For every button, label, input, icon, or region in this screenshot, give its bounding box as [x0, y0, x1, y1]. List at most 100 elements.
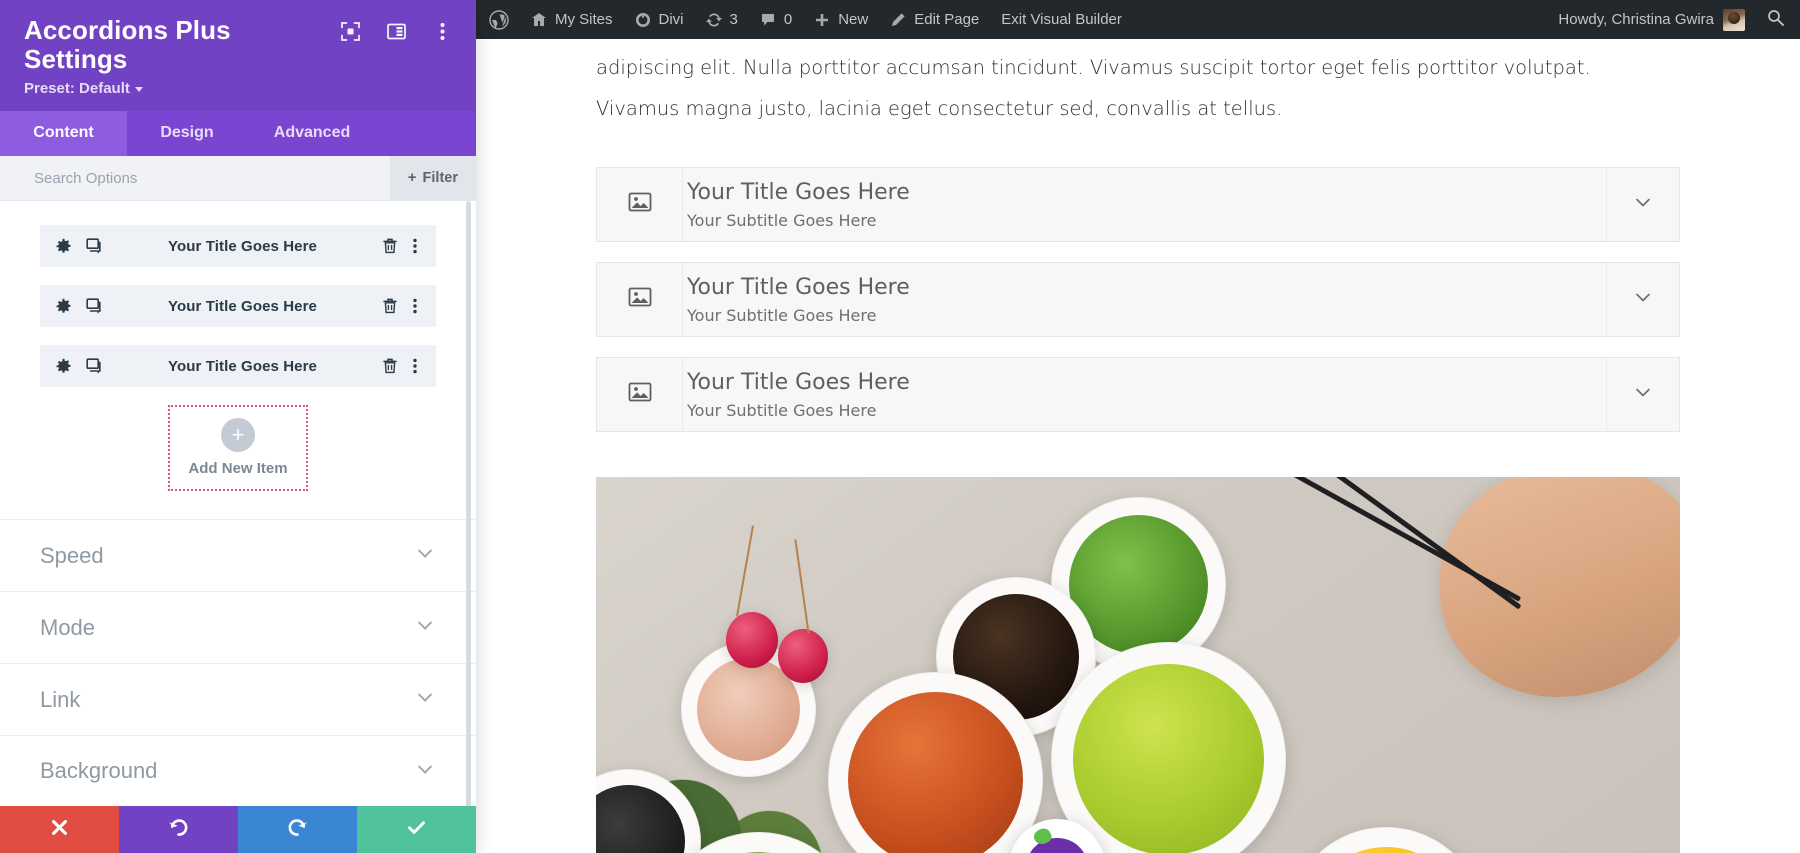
accordion-item[interactable]: Your Title Goes Here Your Subtitle Goes … — [596, 167, 1680, 243]
more-vertical-icon[interactable] — [407, 358, 423, 374]
accordion-items-list: Your Title Goes Here Your Title Goes Her… — [0, 201, 476, 492]
panel-scrollbar[interactable] — [466, 201, 471, 806]
filter-button[interactable]: + Filter — [389, 156, 476, 201]
accordion-toggle-button[interactable] — [1606, 168, 1679, 242]
accordion-icon-cell — [597, 358, 683, 432]
panel-header-row: Accordions Plus Settings — [24, 16, 452, 73]
item-row[interactable]: Your Title Goes Here — [40, 345, 436, 388]
hand — [1440, 477, 1680, 698]
chevron-down-icon — [1632, 286, 1654, 313]
plus-icon: + — [221, 418, 255, 453]
preset-label: Preset: Default — [24, 80, 130, 98]
admin-bar-label: 0 — [783, 11, 793, 28]
chevron-down-icon — [414, 758, 436, 785]
save-button[interactable] — [357, 806, 476, 853]
close-icon — [50, 818, 69, 842]
admin-bar-item-edit-page[interactable]: Edit Page — [879, 0, 990, 39]
trash-icon[interactable] — [381, 298, 399, 314]
accordion-list: Your Title Goes Here Your Subtitle Goes … — [596, 167, 1680, 433]
duplicate-icon[interactable] — [84, 298, 104, 315]
accordion-toggle-button[interactable] — [1606, 358, 1679, 432]
more-vertical-icon[interactable] — [407, 238, 423, 254]
wp-admin-bar: My Sites Divi 3 0 New Edit Page Exit Vis… — [476, 0, 1800, 39]
accordion-title: Your Title Goes Here — [687, 275, 910, 301]
cancel-button[interactable] — [0, 806, 119, 853]
admin-bar-account-menu[interactable]: Howdy, Christina Gwira — [1546, 8, 1757, 31]
item-title: Your Title Goes Here — [168, 357, 317, 375]
wordpress-logo-icon — [489, 9, 509, 30]
add-new-item-label: Add New Item — [188, 460, 288, 478]
section-speed[interactable]: Speed — [0, 519, 476, 591]
admin-bar-right: Howdy, Christina Gwira — [1546, 8, 1800, 31]
more-vertical-icon[interactable] — [432, 21, 452, 41]
preset-selector[interactable]: Preset: Default — [24, 80, 452, 97]
updates-icon — [705, 12, 722, 28]
gear-icon[interactable] — [53, 238, 73, 255]
admin-bar-item-divi[interactable]: Divi — [624, 0, 695, 39]
plus-icon: + — [407, 168, 417, 186]
bowl-edamame-fill — [1073, 664, 1264, 853]
chevron-down-icon — [414, 686, 436, 713]
admin-bar-item-my-sites[interactable]: My Sites — [520, 0, 624, 39]
module-settings-panel: Accordions Plus Settings Preset: Default… — [0, 0, 476, 853]
accordion-subtitle: Your Subtitle Goes Here — [687, 305, 877, 325]
item-title: Your Title Goes Here — [168, 297, 317, 315]
admin-bar-label: Divi — [658, 11, 684, 28]
focus-icon[interactable] — [340, 21, 360, 41]
item-row[interactable]: Your Title Goes Here — [40, 285, 436, 328]
panel-footer — [0, 806, 476, 853]
duplicate-icon[interactable] — [84, 238, 104, 255]
duplicate-icon[interactable] — [84, 358, 104, 375]
wp-logo-button[interactable] — [476, 0, 520, 39]
admin-bar-item-exit-visual-builder[interactable]: Exit Visual Builder — [990, 0, 1133, 39]
undo-button[interactable] — [119, 806, 238, 853]
more-vertical-icon[interactable] — [407, 298, 423, 314]
accordion-item[interactable]: Your Title Goes Here Your Subtitle Goes … — [596, 262, 1680, 338]
trash-icon[interactable] — [381, 238, 399, 254]
accordion-title: Your Title Goes Here — [687, 370, 910, 396]
accordion-text: Your Title Goes Here Your Subtitle Goes … — [683, 263, 1606, 336]
tab-advanced[interactable]: Advanced — [247, 111, 377, 156]
admin-bar-item-new[interactable]: New — [803, 0, 879, 39]
image-placeholder-icon — [627, 284, 653, 315]
admin-bar-item-comments[interactable]: 0 — [749, 0, 803, 39]
search-bar: + Filter — [0, 156, 476, 202]
redo-icon — [287, 817, 308, 843]
trash-icon[interactable] — [381, 358, 399, 374]
section-label: Background — [40, 758, 158, 784]
settings-sections: Speed Mode Link Background — [0, 519, 476, 806]
panel-header: Accordions Plus Settings Preset: Default — [0, 0, 476, 112]
intro-paragraphs: adipiscing elit. Nulla porttitor accumsa… — [476, 39, 1800, 124]
layout-icon[interactable] — [386, 21, 406, 41]
item-row[interactable]: Your Title Goes Here — [40, 225, 436, 268]
section-label: Mode — [40, 614, 96, 640]
add-new-item-button[interactable]: + Add New Item — [168, 405, 308, 492]
accordion-toggle-button[interactable] — [1606, 263, 1679, 337]
accordion-item[interactable]: Your Title Goes Here Your Subtitle Goes … — [596, 357, 1680, 433]
search-input[interactable] — [0, 156, 390, 201]
chevron-down-icon — [134, 87, 143, 93]
paragraph-2: Vivamus magna justo, lacinia eget consec… — [596, 96, 1283, 120]
search-icon — [1767, 9, 1784, 30]
section-mode[interactable]: Mode — [0, 591, 476, 663]
check-icon — [406, 817, 427, 843]
tab-design[interactable]: Design — [127, 111, 247, 156]
section-background[interactable]: Background — [0, 735, 476, 806]
redo-button[interactable] — [238, 806, 357, 853]
section-label: Link — [40, 686, 81, 712]
admin-bar-search-button[interactable] — [1757, 9, 1800, 30]
chevron-down-icon — [414, 542, 436, 569]
admin-bar-item-updates[interactable]: 3 — [695, 0, 749, 39]
admin-bar-label: 3 — [729, 11, 738, 28]
gear-icon[interactable] — [53, 298, 73, 315]
page-canvas: adipiscing elit. Nulla porttitor accumsa… — [476, 39, 1800, 853]
undo-icon — [168, 817, 189, 843]
filter-label: Filter — [422, 170, 458, 187]
section-link[interactable]: Link — [0, 663, 476, 735]
bowl-carrots-fill — [848, 692, 1023, 853]
tab-content[interactable]: Content — [0, 111, 127, 157]
divi-icon — [635, 12, 651, 28]
accordion-icon-cell — [597, 168, 683, 242]
plus-icon — [814, 12, 830, 28]
gear-icon[interactable] — [53, 358, 73, 375]
